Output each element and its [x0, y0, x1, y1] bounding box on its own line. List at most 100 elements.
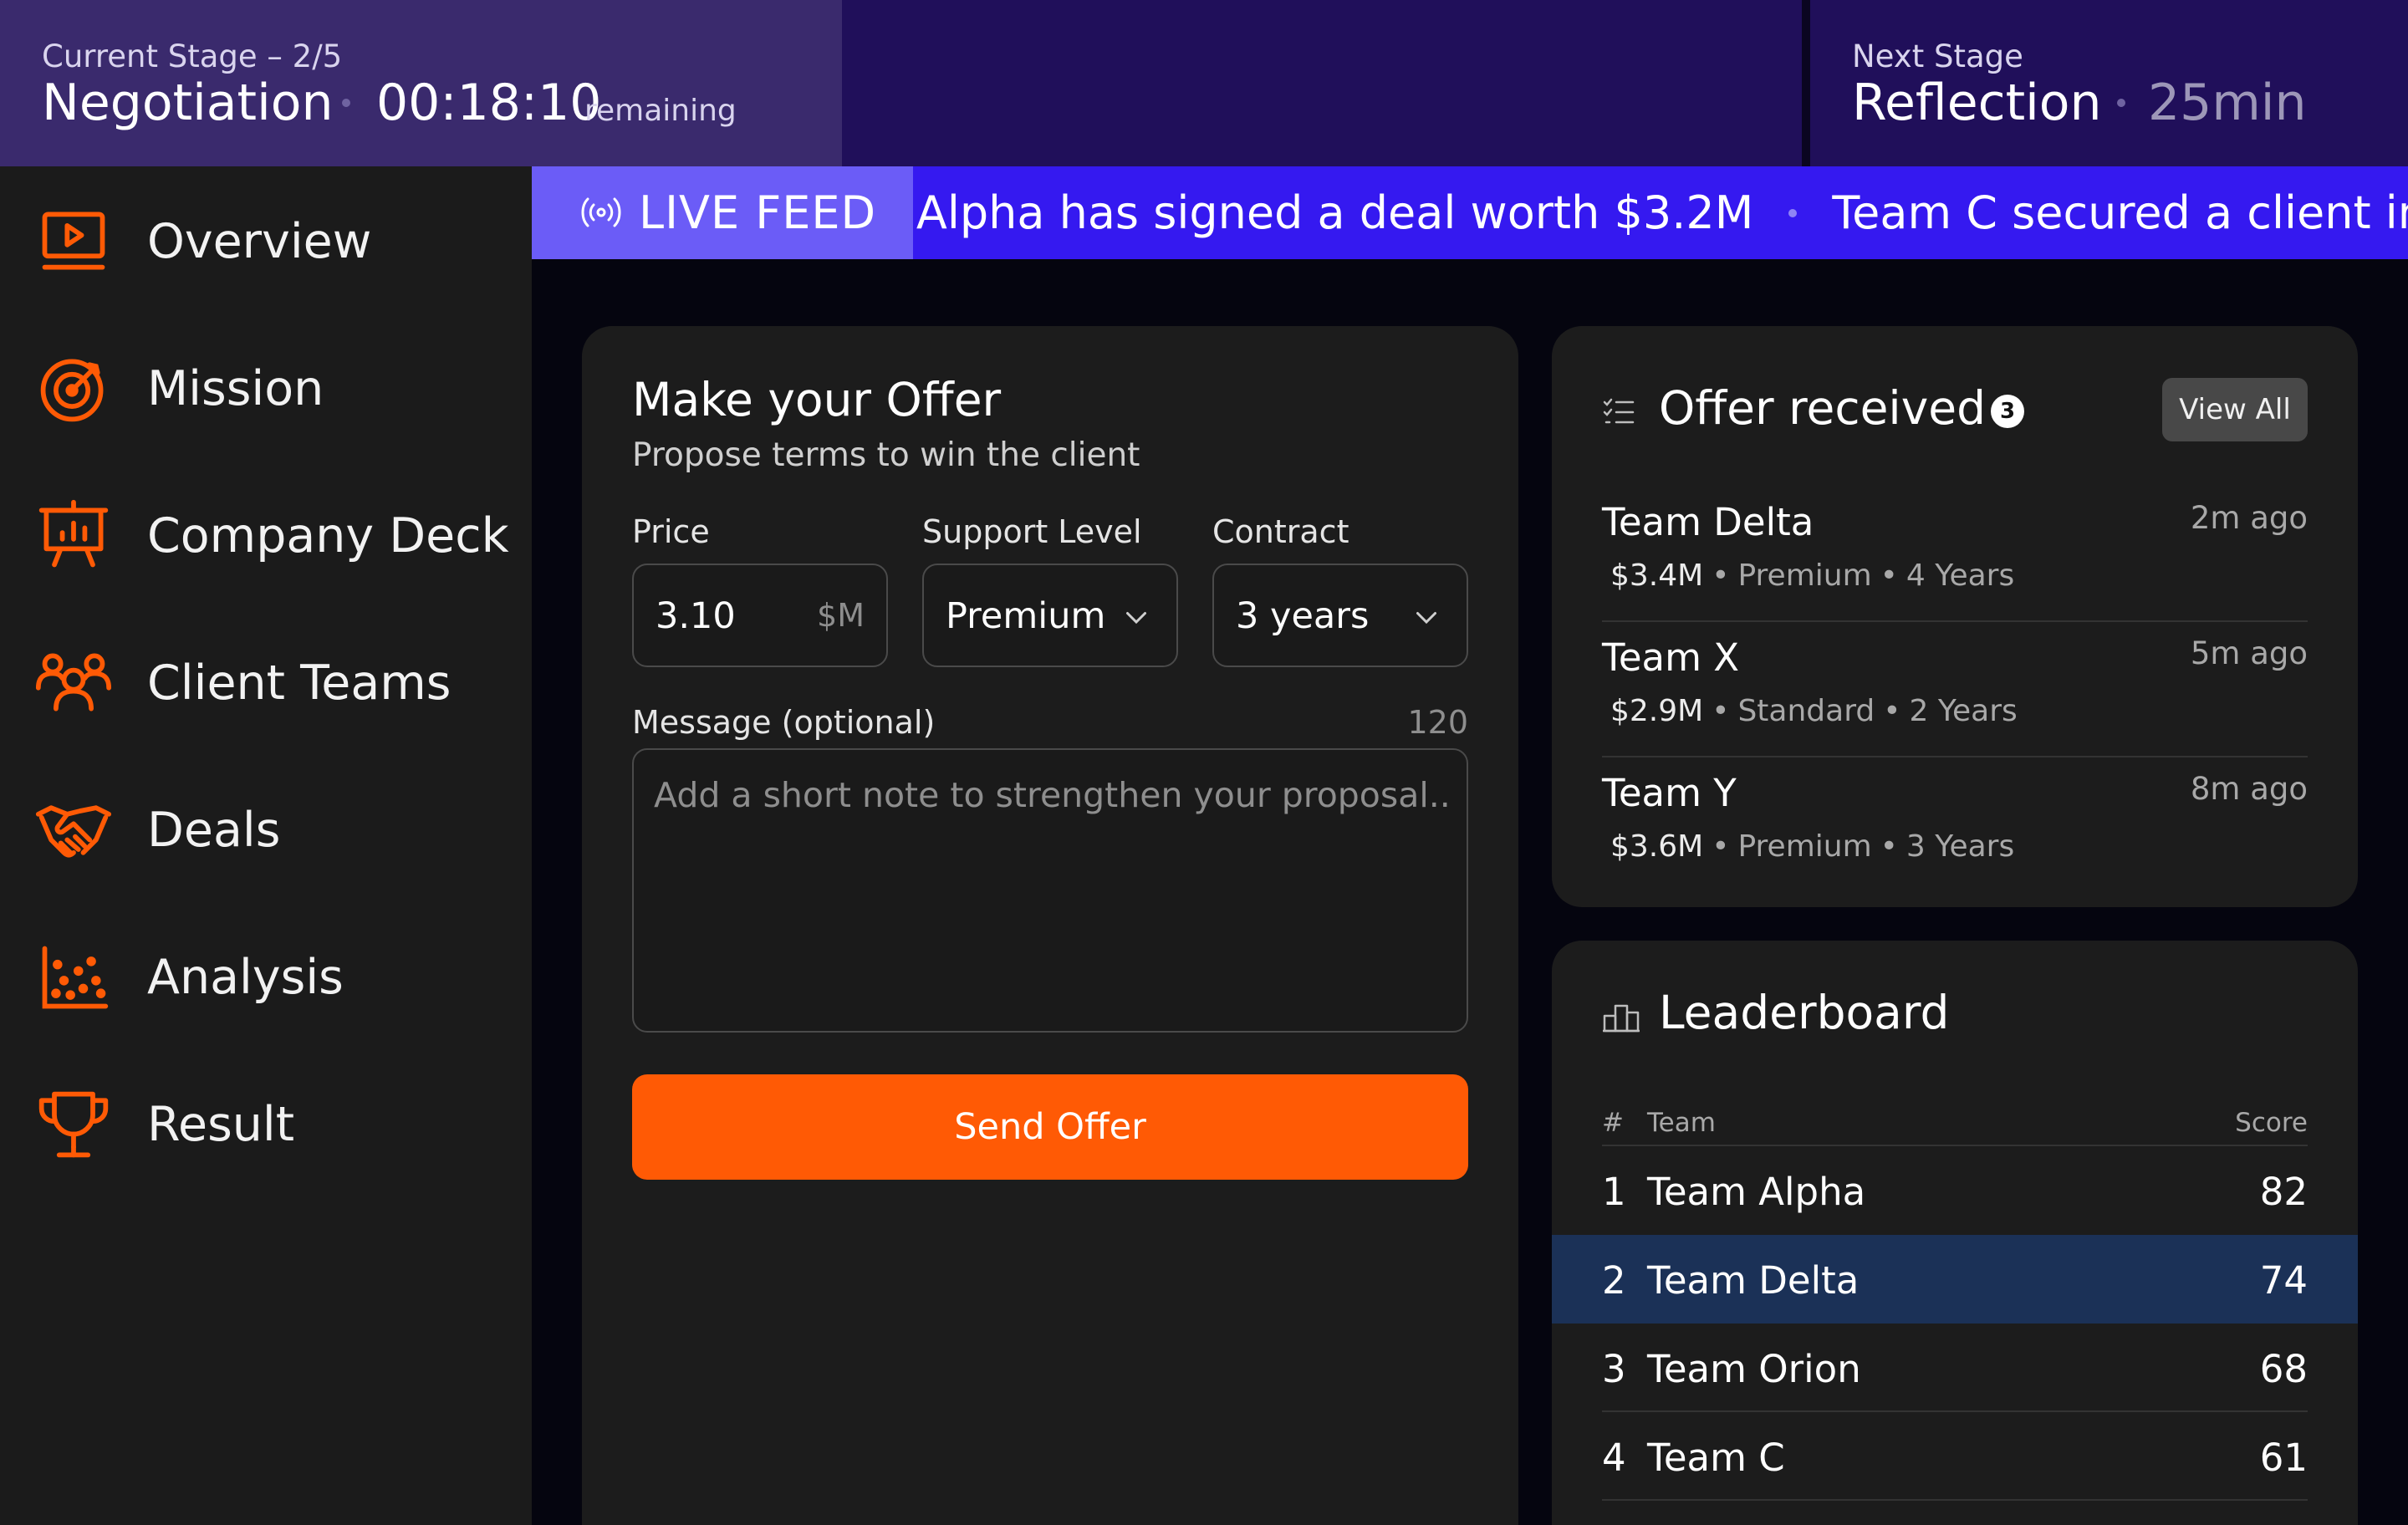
leaderboard-row-highlighted[interactable]: 2 Team Delta 74: [1552, 1235, 2358, 1324]
live-feed-label: LIVE FEED: [639, 186, 877, 239]
offer-details: $2.9M • Standard • 2 Years: [1610, 694, 2018, 728]
leaderboard-title: Leaderboard: [1659, 986, 1950, 1039]
sidebar-item-company-deck[interactable]: Company Deck: [0, 473, 532, 599]
leaderboard-card: Leaderboard # Team Score 1 Team Alpha 82…: [1552, 941, 2358, 1525]
offer-form-subtitle: Propose terms to win the client: [632, 436, 1140, 474]
price-input[interactable]: 3.10 $M: [632, 564, 888, 667]
sidebar-item-mission[interactable]: Mission: [0, 326, 532, 451]
offer-price: $3.6M: [1610, 829, 1704, 864]
message-textarea[interactable]: Add a short note to strengthen your prop…: [632, 748, 1468, 1033]
offer-details: $3.4M • Premium • 4 Years: [1610, 558, 2015, 593]
chevron-down-icon: [1416, 612, 1436, 625]
leaderboard-score: 82: [2259, 1170, 2308, 1214]
leaderboard-rank: 1: [1602, 1170, 1626, 1214]
separator-dot: [342, 99, 350, 107]
sidebar-item-client-teams[interactable]: Client Teams: [0, 620, 532, 746]
chevron-down-icon: [1126, 612, 1146, 625]
offer-team: Team Y: [1602, 771, 1737, 815]
message-char-limit: 120: [1407, 704, 1468, 741]
current-stage-label: Current Stage – 2/5: [42, 38, 343, 74]
live-feed-ticker: Team Alpha has signed a deal worth $3.2M…: [783, 166, 2408, 259]
live-feed-bar: LIVE FEED Team Alpha has signed a deal w…: [532, 166, 2408, 259]
offer-item[interactable]: Team X 5m ago $2.9M • Standard • 2 Years: [1602, 622, 2308, 757]
sidebar-item-label: Result: [147, 1097, 295, 1152]
handshake-icon: [33, 790, 114, 870]
leaderboard-row[interactable]: 1 Team Alpha 82: [1552, 1146, 2358, 1235]
offers-received-card: Offer received 3 View All Team Delta 2m …: [1552, 326, 2358, 907]
offer-support: Premium: [1737, 829, 1872, 864]
sidebar-item-label: Mission: [147, 361, 324, 416]
current-stage-panel: Current Stage – 2/5 Negotiation 00:18:10…: [0, 0, 842, 166]
leaderboard-team: Team Orion: [1647, 1347, 1861, 1391]
leaderboard-team: Team Alpha: [1647, 1170, 1866, 1214]
offer-details: $3.6M • Premium • 3 Years: [1610, 829, 2015, 864]
offers-received-title: Offer received: [1659, 381, 1987, 435]
ticker-item: Team Alpha has signed a deal worth $3.2M: [783, 186, 1754, 239]
offer-form-card: Make your Offer Propose terms to win the…: [582, 326, 1518, 1525]
offers-count-badge: 3: [1991, 395, 2024, 428]
sidebar-item-result[interactable]: Result: [0, 1062, 532, 1187]
sidebar-item-label: Analysis: [147, 950, 344, 1005]
contract-value: 3 years: [1236, 595, 1370, 637]
offer-support: Standard: [1737, 694, 1875, 728]
offer-team: Team Delta: [1602, 500, 1814, 544]
leaderboard-col-score: Score: [2235, 1108, 2308, 1138]
leaderboard-score: 61: [2259, 1436, 2308, 1480]
header-divider: [1802, 0, 1810, 166]
send-offer-label: Send Offer: [954, 1106, 1146, 1148]
leaderboard-team: Team Delta: [1647, 1258, 1860, 1303]
next-stage-name: Reflection: [1852, 74, 2102, 132]
offer-price: $3.4M: [1610, 558, 1704, 593]
support-level-value: Premium: [946, 595, 1106, 637]
sidebar-item-label: Deals: [147, 803, 281, 858]
leaderboard-row[interactable]: 3 Team Orion 68: [1552, 1324, 2358, 1412]
sidebar-item-overview[interactable]: Overview: [0, 179, 532, 304]
leaderboard-rank: 2: [1602, 1258, 1626, 1303]
price-value: 3.10: [656, 595, 736, 637]
support-level-select[interactable]: Premium: [922, 564, 1178, 667]
current-stage-name: Negotiation: [42, 74, 334, 132]
next-stage-label: Next Stage: [1852, 38, 2023, 74]
leaderboard-row[interactable]: 4 Team C 61: [1552, 1412, 2358, 1501]
offer-item[interactable]: Team Delta 2m ago $3.4M • Premium • 4 Years: [1602, 487, 2308, 622]
team-icon: [33, 643, 114, 723]
offer-item[interactable]: Team Y 8m ago $3.6M • Premium • 3 Years: [1602, 757, 2308, 893]
podium-icon: [1603, 1004, 1640, 1033]
leaderboard-team: Team C: [1647, 1436, 1785, 1480]
broadcast-icon: [581, 197, 621, 227]
trophy-icon: [33, 1084, 114, 1165]
play-screen-icon: [33, 201, 114, 282]
send-offer-button[interactable]: Send Offer: [632, 1074, 1468, 1180]
support-level-label: Support Level: [922, 513, 1142, 550]
header-spacer: [842, 0, 1802, 166]
timer-suffix: remaining: [584, 94, 737, 128]
offer-team: Team X: [1602, 635, 1740, 680]
live-feed-badge: LIVE FEED: [532, 166, 913, 259]
offer-support: Premium: [1737, 558, 1872, 593]
offer-form-title: Make your Offer: [632, 373, 1002, 426]
offer-years: 2 Years: [1909, 694, 2018, 728]
view-all-button[interactable]: View All: [2162, 378, 2308, 441]
sidebar-item-label: Client Teams: [147, 655, 452, 711]
sidebar-item-label: Company Deck: [147, 508, 509, 564]
scatter-chart-icon: [33, 937, 114, 1018]
leaderboard-rank: 4: [1602, 1436, 1626, 1480]
contract-label: Contract: [1212, 513, 1349, 550]
view-all-label: View All: [2179, 393, 2291, 426]
leaderboard-col-team: Team: [1647, 1108, 1716, 1138]
checklist-icon: [1603, 398, 1635, 424]
target-icon: [33, 349, 114, 429]
price-unit: $M: [817, 597, 865, 634]
offer-years: 3 Years: [1905, 829, 2015, 864]
offer-time: 2m ago: [2190, 500, 2308, 536]
leaderboard-score: 74: [2259, 1258, 2308, 1303]
leaderboard-col-rank: #: [1602, 1108, 1624, 1138]
sidebar-item-label: Overview: [147, 214, 372, 269]
sidebar-item-analysis[interactable]: Analysis: [0, 915, 532, 1040]
sidebar-item-deals[interactable]: Deals: [0, 768, 532, 893]
contract-select[interactable]: 3 years: [1212, 564, 1468, 667]
offer-time: 5m ago: [2190, 635, 2308, 671]
sidebar: Overview Mission Company Deck Client Tea…: [0, 166, 532, 1525]
stage-timer: 00:18:10: [376, 74, 602, 132]
price-label: Price: [632, 513, 710, 550]
